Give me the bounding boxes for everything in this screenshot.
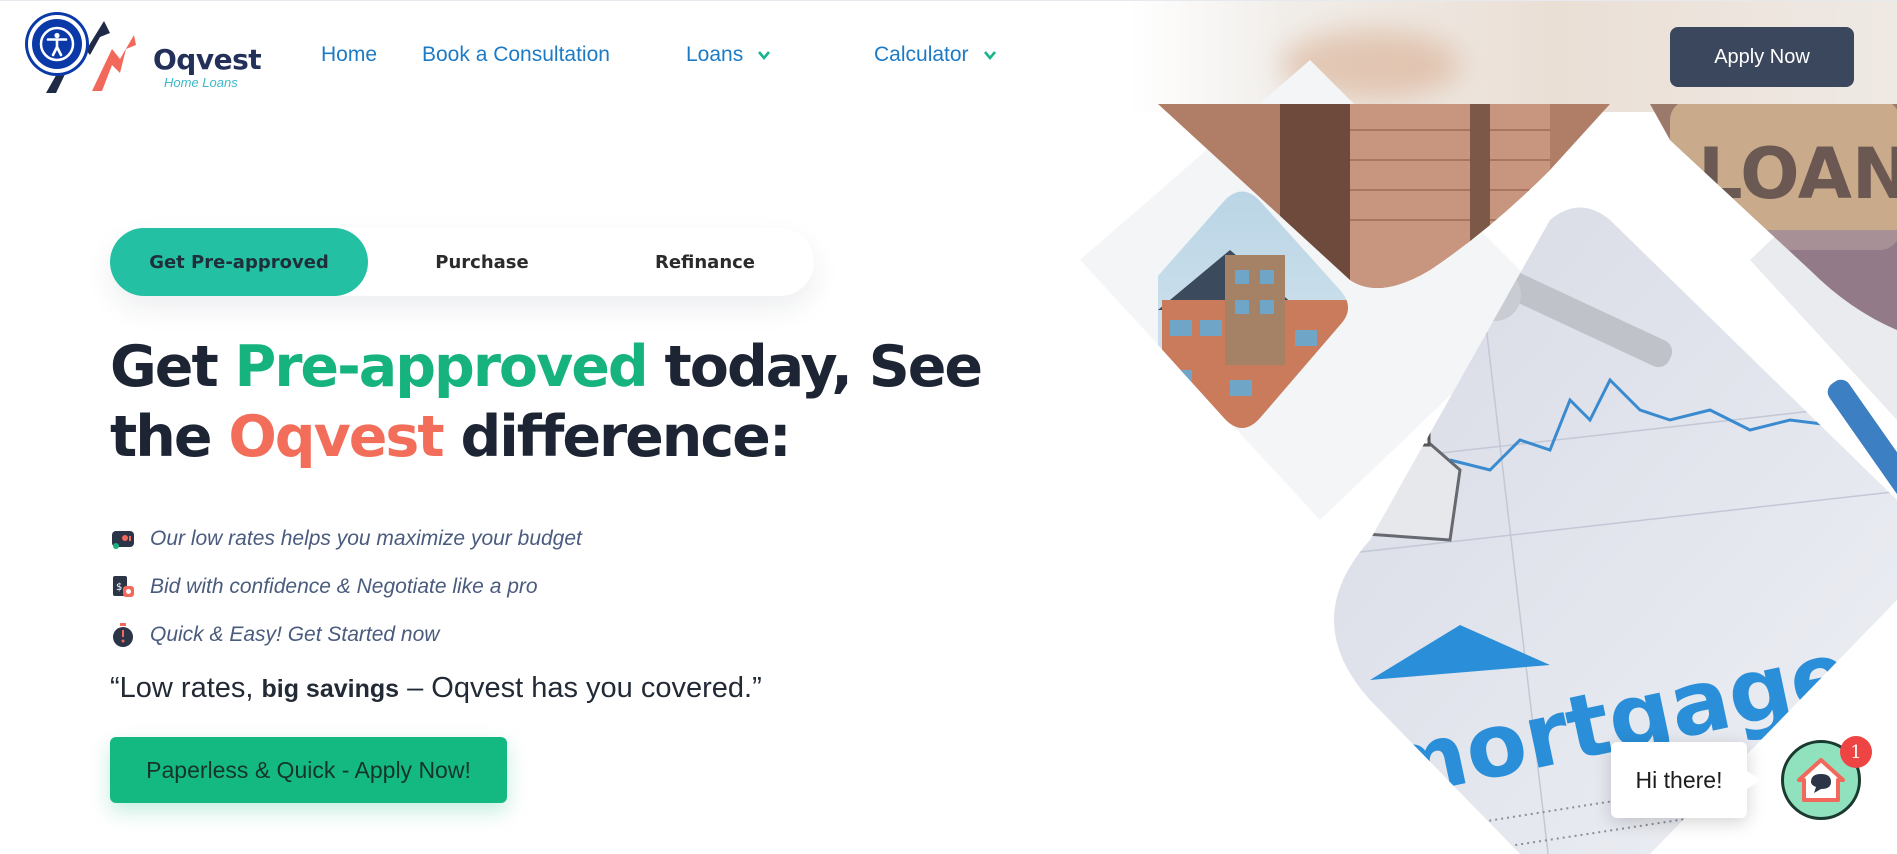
chevron-down-icon	[983, 51, 996, 61]
logo-name: Oqvest	[153, 43, 262, 76]
stopwatch-icon	[110, 622, 136, 648]
accessibility-icon	[39, 26, 75, 62]
accessibility-button[interactable]	[28, 15, 86, 73]
logo-tagline: Home Loans	[164, 75, 238, 90]
nav-book-consultation[interactable]: Book a Consultation	[422, 43, 610, 67]
quote-after: – Oqvest has you covered.”	[399, 672, 762, 704]
feature-text: Our low rates helps you maximize your bu…	[150, 527, 582, 550]
feature-item: $ Bid with confidence & Negotiate like a…	[110, 563, 582, 611]
chat-house-icon	[1797, 758, 1845, 802]
feature-text: Bid with confidence & Negotiate like a p…	[150, 575, 538, 598]
nav-loans-label: Loans	[686, 43, 744, 66]
headline-part1: Get	[110, 334, 235, 400]
svg-text:$: $	[116, 582, 122, 593]
hero-quote: “Low rates, big savings – Oqvest has you…	[110, 672, 762, 705]
tab-get-pre-approved[interactable]: Get Pre-approved	[110, 228, 368, 296]
nav-book-label: Book a Consultation	[422, 43, 610, 66]
paperless-apply-button[interactable]: Paperless & Quick - Apply Now!	[110, 737, 507, 803]
site-header: Oqvest Home Loans Home Book a Consultati…	[0, 0, 1897, 112]
quote-bold: big savings	[261, 675, 400, 703]
headline-part2: today, See	[646, 334, 984, 400]
nav-calculator-label: Calculator	[874, 43, 969, 66]
loan-sack-text: LOAN	[1698, 133, 1897, 215]
hero-headline: Get Pre-approved today, See the Oqvest d…	[110, 332, 984, 472]
loan-type-tabs: Get Pre-approved Purchase Refinance	[110, 228, 814, 296]
feature-list: Our low rates helps you maximize your bu…	[110, 515, 582, 659]
bid-document-icon: $	[110, 574, 136, 600]
headline-highlight-oqvest: Oqvest	[228, 404, 444, 470]
chat-greeting-bubble[interactable]: Hi there!	[1611, 742, 1761, 818]
headline-highlight-preapproved: Pre-approved	[234, 334, 649, 400]
headline-part3: the	[110, 404, 229, 470]
hero-collage-svg: LOAN mortgage	[1080, 60, 1897, 854]
chat-greeting-text: Hi there!	[1635, 766, 1723, 793]
feature-item: Our low rates helps you maximize your bu…	[110, 515, 582, 563]
rates-card-icon	[110, 526, 136, 552]
tab-refinance[interactable]: Refinance	[596, 228, 814, 296]
feature-item: Quick & Easy! Get Started now	[110, 611, 582, 659]
quote-before: “Low rates,	[110, 672, 262, 704]
nav-loans[interactable]: Loans	[686, 43, 771, 67]
tab-purchase[interactable]: Purchase	[368, 228, 596, 296]
apply-now-button[interactable]: Apply Now	[1670, 27, 1854, 87]
hero-image-collage: LOAN mortgage	[1050, 0, 1897, 854]
feature-text: Quick & Easy! Get Started now	[150, 623, 440, 646]
nav-calculator[interactable]: Calculator	[874, 43, 997, 67]
nav-home[interactable]: Home	[321, 43, 377, 67]
headline-part4: difference:	[442, 404, 791, 470]
chevron-down-icon	[758, 51, 771, 61]
chat-notification-badge: 1	[1840, 736, 1872, 768]
nav-home-label: Home	[321, 43, 378, 66]
